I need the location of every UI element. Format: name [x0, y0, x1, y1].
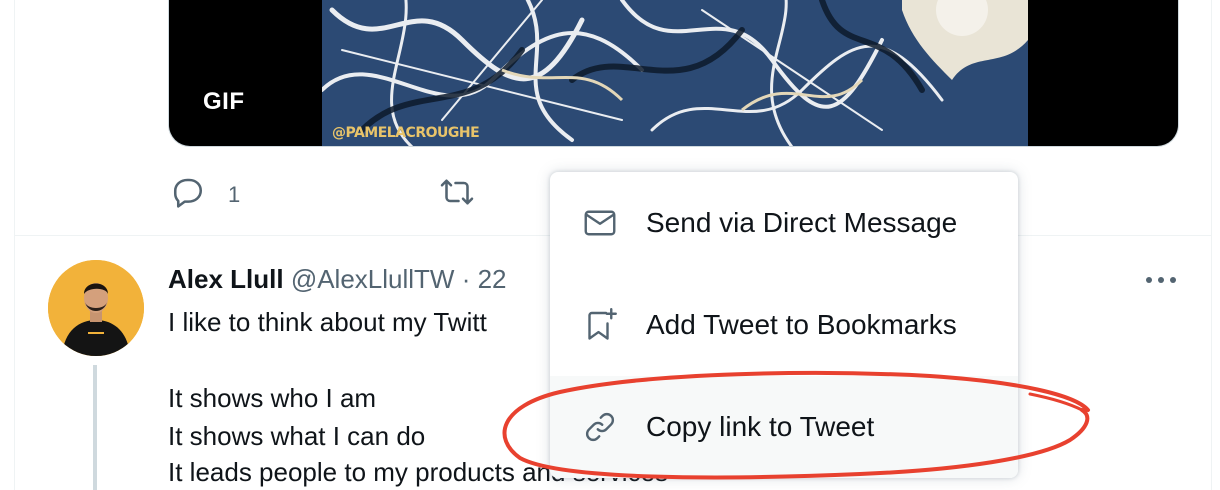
menu-item-send-dm[interactable]: Send via Direct Message — [550, 172, 1018, 274]
more-options-icon[interactable] — [1142, 268, 1180, 292]
menu-item-copy-link[interactable]: Copy link to Tweet — [550, 376, 1018, 478]
reply-count: 1 — [228, 182, 241, 207]
envelope-icon — [582, 205, 618, 241]
menu-item-label: Send via Direct Message — [646, 207, 958, 238]
retweet-button[interactable] — [438, 174, 476, 216]
link-icon — [582, 409, 618, 445]
reply-button[interactable]: 1 — [170, 174, 240, 216]
gif-artwork: @PAMELACROUGHE — [322, 0, 1028, 146]
retweet-icon — [438, 174, 476, 216]
menu-item-label: Add Tweet to Bookmarks — [646, 309, 957, 340]
gif-watermark: @PAMELACROUGHE — [332, 125, 480, 141]
tweet-timestamp[interactable]: 22 — [478, 264, 507, 294]
meta-separator: · — [454, 264, 478, 294]
reply-icon — [170, 174, 206, 216]
tweet-text-line: It shows what I can do — [168, 421, 426, 451]
tweet-text-line: I like to think about my Twitt — [168, 307, 487, 337]
share-menu: Send via Direct Message Add Tweet to Boo… — [550, 172, 1018, 478]
author-handle[interactable]: @AlexLlullTW — [291, 264, 455, 294]
gif-media[interactable]: @PAMELACROUGHE GIF — [168, 0, 1179, 147]
avatar[interactable] — [48, 260, 144, 356]
tweet-author[interactable]: Alex Llull @AlexLlullTW · 22 — [168, 264, 507, 295]
menu-item-add-bookmark[interactable]: Add Tweet to Bookmarks — [550, 274, 1018, 376]
author-name[interactable]: Alex Llull — [168, 264, 284, 294]
gif-badge: GIF — [203, 88, 245, 115]
bookmark-add-icon — [582, 307, 618, 343]
thread-line — [93, 365, 97, 490]
menu-item-label: Copy link to Tweet — [646, 411, 875, 442]
tweet-text-line: It shows who I am — [168, 383, 377, 413]
